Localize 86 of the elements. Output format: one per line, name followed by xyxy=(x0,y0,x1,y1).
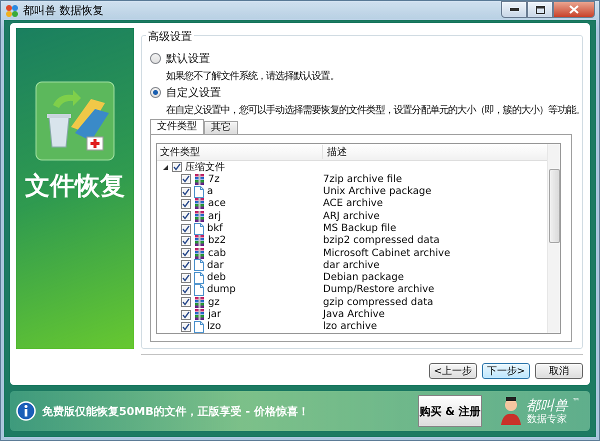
file-type-cell: arj xyxy=(208,210,222,222)
archive-icon xyxy=(194,296,205,308)
file-type-cell: lzo xyxy=(207,321,222,332)
minimize-icon xyxy=(510,8,518,11)
file-type-cell: bz2 xyxy=(208,235,226,246)
description-cell-text: Debian package xyxy=(322,272,404,284)
description-cell-text: Unix Archive package xyxy=(322,186,432,198)
radio-button[interactable] xyxy=(150,53,161,64)
file-type-cell: deb xyxy=(207,272,226,284)
checkbox[interactable] xyxy=(181,297,191,308)
description-cell-text: Java Archive xyxy=(322,309,385,320)
tab[interactable]: 文件类型 xyxy=(150,119,204,134)
description-cell-text: gzip compressed data xyxy=(322,296,434,308)
description-cell-text: Microsoft Cabinet archive xyxy=(322,248,450,259)
close-button[interactable] xyxy=(553,1,595,18)
side-title: 文件恢复 xyxy=(25,170,125,202)
maximize-button[interactable] xyxy=(527,1,553,18)
option-description: 如果您不了解文件系统，请选择默认设置。 xyxy=(166,70,339,82)
document-icon xyxy=(194,222,204,235)
file-type-cell: dar xyxy=(207,260,224,271)
description-cell-text: MS Backup file xyxy=(322,223,396,234)
archive-icon xyxy=(194,210,205,222)
file-type-cell: bkf xyxy=(207,223,223,234)
maximize-icon xyxy=(536,6,544,14)
document-icon xyxy=(194,259,204,272)
group-legend: 高级设置 xyxy=(146,29,194,44)
archive-icon xyxy=(194,174,205,185)
column-header[interactable]: 文件类型 xyxy=(157,144,323,159)
document-icon xyxy=(194,186,204,198)
checkbox[interactable] xyxy=(181,186,191,197)
logo-title: 都叫兽 xyxy=(526,398,568,414)
archive-icon xyxy=(194,235,205,246)
description-cell-text: bzip2 compressed data xyxy=(322,235,440,246)
file-type-cell: a xyxy=(207,186,214,198)
column-header[interactable]: 描述 xyxy=(323,144,347,159)
checkbox[interactable] xyxy=(181,284,191,295)
file-type-cell: 7z xyxy=(208,174,220,185)
checkbox[interactable] xyxy=(181,236,191,246)
file-type-cell: gz xyxy=(208,296,220,308)
checkbox[interactable] xyxy=(181,248,191,258)
mascot-silhouette-icon xyxy=(500,397,522,425)
document-icon xyxy=(194,284,204,296)
file-type-cell: cab xyxy=(208,248,226,259)
checkbox[interactable] xyxy=(181,224,191,234)
option-label: 默认设置 xyxy=(166,51,210,66)
checkbox[interactable] xyxy=(181,198,191,209)
checkbox[interactable] xyxy=(172,162,182,172)
file-type-cell: dump xyxy=(207,284,236,296)
archive-icon xyxy=(194,248,205,259)
checkbox[interactable] xyxy=(181,174,191,184)
checkbox[interactable] xyxy=(181,260,191,270)
checkbox[interactable] xyxy=(181,322,191,332)
archive-icon xyxy=(194,309,205,320)
file-type-cell: ace xyxy=(208,198,226,210)
wizard-button[interactable]: <上一步 xyxy=(429,363,477,379)
document-icon xyxy=(194,272,204,284)
tree-item-label: 压缩文件 xyxy=(185,160,225,174)
minimize-button[interactable] xyxy=(501,1,527,18)
wizard-button[interactable]: 取消 xyxy=(535,363,583,379)
tab[interactable]: 其它 xyxy=(204,121,238,134)
option-description: 在自定义设置中，您可以手动选择需要恢复的文件类型，设置分配单元的大小（即，簇的大小）等功能。 xyxy=(166,104,585,116)
expand-arrow-icon[interactable] xyxy=(161,163,169,172)
description-cell-text: lzo archive xyxy=(322,321,378,332)
document-icon xyxy=(194,320,204,333)
checkbox[interactable] xyxy=(181,310,191,320)
info-icon xyxy=(16,401,36,421)
scrollbar[interactable] xyxy=(547,144,560,333)
app-icon xyxy=(5,4,19,18)
radio-button[interactable] xyxy=(150,87,161,98)
wizard-button[interactable]: 下一步> xyxy=(482,363,530,379)
file-type-cell: jar xyxy=(208,309,222,320)
archive-icon xyxy=(194,198,205,210)
description-cell-text: ARJ archive xyxy=(322,210,380,222)
logo-subtitle: 数据专家 xyxy=(527,414,567,424)
option-label: 自定义设置 xyxy=(166,85,221,100)
description-cell-text: 7zip archive file xyxy=(322,174,402,185)
buy-register-button[interactable]: 购买 & 注册 xyxy=(418,395,482,427)
checkbox[interactable] xyxy=(181,211,191,222)
description-cell-text: ACE archive xyxy=(322,198,383,210)
description-cell-text: dar archive xyxy=(322,260,380,271)
promo-message: 免费版仅能恢复50MB的文件，正版享受 - 价格惊喜！ xyxy=(42,404,310,418)
close-icon xyxy=(569,5,579,14)
description-cell-text: Dump/Restore archive xyxy=(322,284,434,296)
checkbox[interactable] xyxy=(181,272,191,283)
trademark-mark: ™ xyxy=(572,397,580,406)
window-title: 都叫兽 数据恢复 xyxy=(23,3,104,18)
